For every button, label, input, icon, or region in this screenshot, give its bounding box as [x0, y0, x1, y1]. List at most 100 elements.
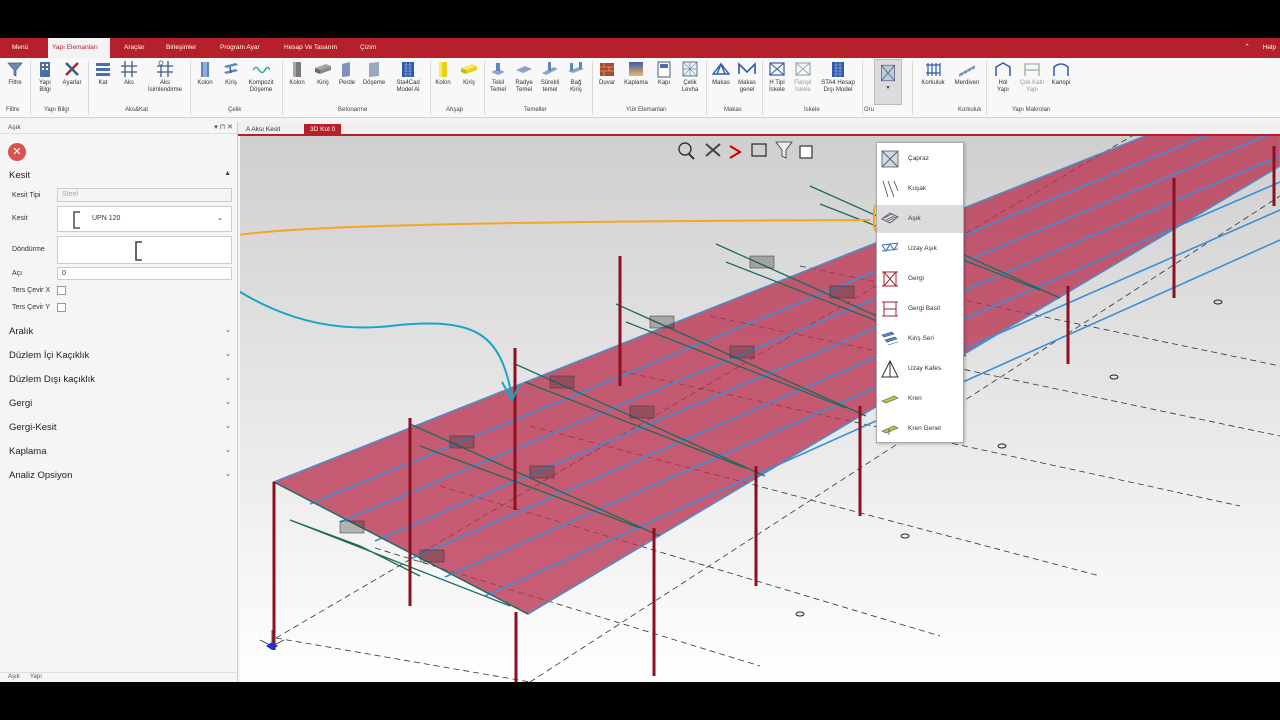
- dropdown-item-kren-genel[interactable]: Kren Genel: [877, 415, 963, 443]
- korkuluk-button[interactable]: Korkuluk: [918, 60, 948, 87]
- dropdown-item-uzay-asik[interactable]: Uzay Aşık: [877, 235, 963, 263]
- ters-cevir-y-checkbox[interactable]: [57, 303, 66, 312]
- sta4cad-model-al-button[interactable]: Sta4Cad Model Al: [390, 60, 426, 94]
- section-gergi-kesit[interactable]: Gergi-Kesit ⌄: [9, 422, 231, 433]
- menu-tab-menu[interactable]: Menü: [8, 38, 32, 58]
- yapi-bilgi-button[interactable]: Yapı Bilgi: [34, 60, 56, 94]
- kaplama-button[interactable]: Kaplama: [620, 60, 652, 87]
- kesit-select[interactable]: UPN 120 ⌄: [57, 206, 232, 232]
- section-gergi[interactable]: Gergi ⌄: [9, 398, 231, 409]
- view-toolbar[interactable]: [678, 141, 813, 160]
- section-duzlem-disi[interactable]: Düzlem Dışı kaçıklık ⌄: [9, 374, 231, 385]
- section-title: Düzlem İçi Kaçıklık: [9, 350, 90, 361]
- makas-button[interactable]: Makas: [708, 60, 734, 87]
- group-gru: Gru: [864, 107, 875, 113]
- group-filtre: Filtre: [6, 107, 20, 113]
- tab-a-aksi-kesit[interactable]: A Aksı Kesit: [240, 124, 286, 136]
- steel-beam-icon: [224, 63, 238, 74]
- kapi-button[interactable]: Kapı: [654, 60, 674, 87]
- ayarlar-button[interactable]: Ayarlar: [60, 60, 84, 87]
- dropdown-item-kusak[interactable]: Kuşak: [877, 175, 963, 203]
- help-button[interactable]: Help: [1263, 38, 1276, 58]
- panel-header: Aşık ▾ ⊓ ✕: [0, 122, 237, 134]
- doseme-button[interactable]: Döşeme: [360, 60, 388, 87]
- menu-tab-cizim[interactable]: Çizim: [356, 38, 380, 58]
- kanopi-button[interactable]: Kanopi: [1048, 60, 1074, 87]
- betonarme-kiris-button[interactable]: Kiriş: [312, 60, 334, 87]
- chevron-up-icon: ▲: [224, 170, 231, 177]
- building-info-icon: [40, 62, 50, 77]
- ters-cevir-x-checkbox[interactable]: [57, 286, 66, 295]
- kapi-label: Kapı: [657, 80, 671, 86]
- dropdown-item-gergi[interactable]: Gergi: [877, 265, 963, 293]
- h-tipi-iskele-button[interactable]: H Tipi İskele: [764, 60, 790, 94]
- kompozit-doseme-button[interactable]: Kompozit Döşeme: [244, 60, 278, 94]
- merdiven-button[interactable]: Merdiven: [950, 60, 984, 87]
- aks-button[interactable]: Aks: [118, 60, 140, 87]
- 3d-model-drawing[interactable]: [240, 136, 1280, 682]
- bag-kiris-button[interactable]: Bağ Kiriş: [564, 60, 588, 94]
- gru-dropdown-button[interactable]: ▾: [874, 59, 902, 105]
- chevron-up-icon[interactable]: ⌃: [1244, 38, 1250, 58]
- import-model-icon: [402, 62, 414, 77]
- dropdown-label: Uzay Aşık: [908, 245, 937, 252]
- tab-3d-kot-0[interactable]: 3D Kot 0: [304, 124, 342, 136]
- duvar-button[interactable]: Duvar: [596, 60, 618, 87]
- section-kaplama[interactable]: Kaplama ⌄: [9, 446, 231, 457]
- section-duzlem-ici[interactable]: Düzlem İçi Kaçıklık ⌄: [9, 350, 231, 361]
- sta4-hesap-disi-button[interactable]: STA4 Hesap Dışı Model: [818, 60, 858, 94]
- slab-icon: [369, 62, 379, 77]
- flansli-iskele-button[interactable]: Flanşlı İskele: [790, 60, 816, 94]
- kesit-tipi-select[interactable]: Steel: [57, 188, 232, 202]
- group-yuk-elemanlari: Yük Elemanları: [626, 107, 667, 113]
- dropdown-item-kren[interactable]: Kren: [877, 385, 963, 413]
- section-kesit[interactable]: Kesit ▲: [9, 170, 231, 181]
- dropdown-item-uzay-kafes[interactable]: Uzay Kafes: [877, 355, 963, 383]
- celik-kiris-button[interactable]: Kiriş: [220, 60, 242, 87]
- menu-tab-araclar[interactable]: Araçlar: [120, 38, 149, 58]
- menu-tab-hesap-ve-tasarim[interactable]: Hesap Ve Tasarım: [280, 38, 341, 58]
- group-yapi-bilgi: Yapı Bilgi: [44, 107, 69, 113]
- footer-tab-asik[interactable]: Aşık: [8, 674, 20, 680]
- cok-katli-yapi-button[interactable]: Çok Katlı Yapı: [1016, 60, 1048, 94]
- dropdown-item-gergi-basit[interactable]: Gergi Basit: [877, 295, 963, 323]
- menu-tab-program-ayar[interactable]: Program Ayar: [216, 38, 264, 58]
- dropdown-label: Aşık: [908, 215, 921, 222]
- section-aralik[interactable]: Aralık ⌄: [9, 326, 231, 337]
- perde-button[interactable]: Perde: [336, 60, 358, 87]
- dropdown-item-capraz[interactable]: Çapraz: [877, 145, 963, 173]
- dropdown-item-kiris-seri[interactable]: Kiriş Seri: [877, 325, 963, 353]
- betonarme-kolon-label: Kolon: [289, 80, 305, 86]
- celik-levha-button[interactable]: Çelik Levha: [678, 60, 702, 94]
- kompozit-doseme-label: Kompozit Döşeme: [248, 80, 274, 93]
- close-icon[interactable]: ✕: [8, 143, 26, 161]
- dropdown-item-asik[interactable]: Aşık: [877, 205, 963, 233]
- dondurme-picker[interactable]: [57, 236, 232, 264]
- celik-kolon-button[interactable]: Kolon: [194, 60, 216, 87]
- makas-genel-label: Makas genel: [738, 80, 756, 93]
- pin-close-icons[interactable]: ▾ ⊓ ✕: [214, 123, 233, 131]
- chevron-down-icon: ⌄: [225, 351, 231, 358]
- kat-button[interactable]: Kat: [92, 60, 114, 87]
- makas-genel-button[interactable]: Makas genel: [734, 60, 760, 94]
- tekil-temel-button[interactable]: Tekil Temel: [486, 60, 510, 94]
- menu-tab-birlesimler[interactable]: Birleşimler: [162, 38, 200, 58]
- door-icon: [657, 61, 671, 78]
- surekli-temel-button[interactable]: Sürekli temel: [538, 60, 562, 94]
- tie-rod-icon: [882, 271, 898, 287]
- footer-tab-yapi[interactable]: Yapı: [30, 674, 42, 680]
- aks-isimlendirme-button[interactable]: Aks İsimlendirme: [144, 60, 186, 94]
- section-analiz-opsiyon[interactable]: Analiz Opsiyon ⌄: [9, 470, 231, 481]
- filtre-button[interactable]: Filtre: [4, 60, 26, 87]
- menu-tab-yapi-elemanlari[interactable]: Yapı Elemanları: [48, 38, 110, 58]
- hol-yapi-button[interactable]: Hol Yapı: [990, 60, 1016, 94]
- dropdown-label: Kren: [908, 395, 922, 402]
- celik-kolon-label: Kolon: [197, 80, 213, 86]
- ahsap-kiris-button[interactable]: Kiriş: [458, 60, 480, 87]
- betonarme-kolon-button[interactable]: Kolon: [286, 60, 308, 87]
- concrete-beam-icon: [315, 64, 331, 74]
- radye-temel-button[interactable]: Radye Temel: [512, 60, 536, 94]
- ahsap-kolon-button[interactable]: Kolon: [432, 60, 454, 87]
- 3d-viewport[interactable]: [240, 136, 1280, 682]
- aci-input[interactable]: 0: [57, 267, 232, 280]
